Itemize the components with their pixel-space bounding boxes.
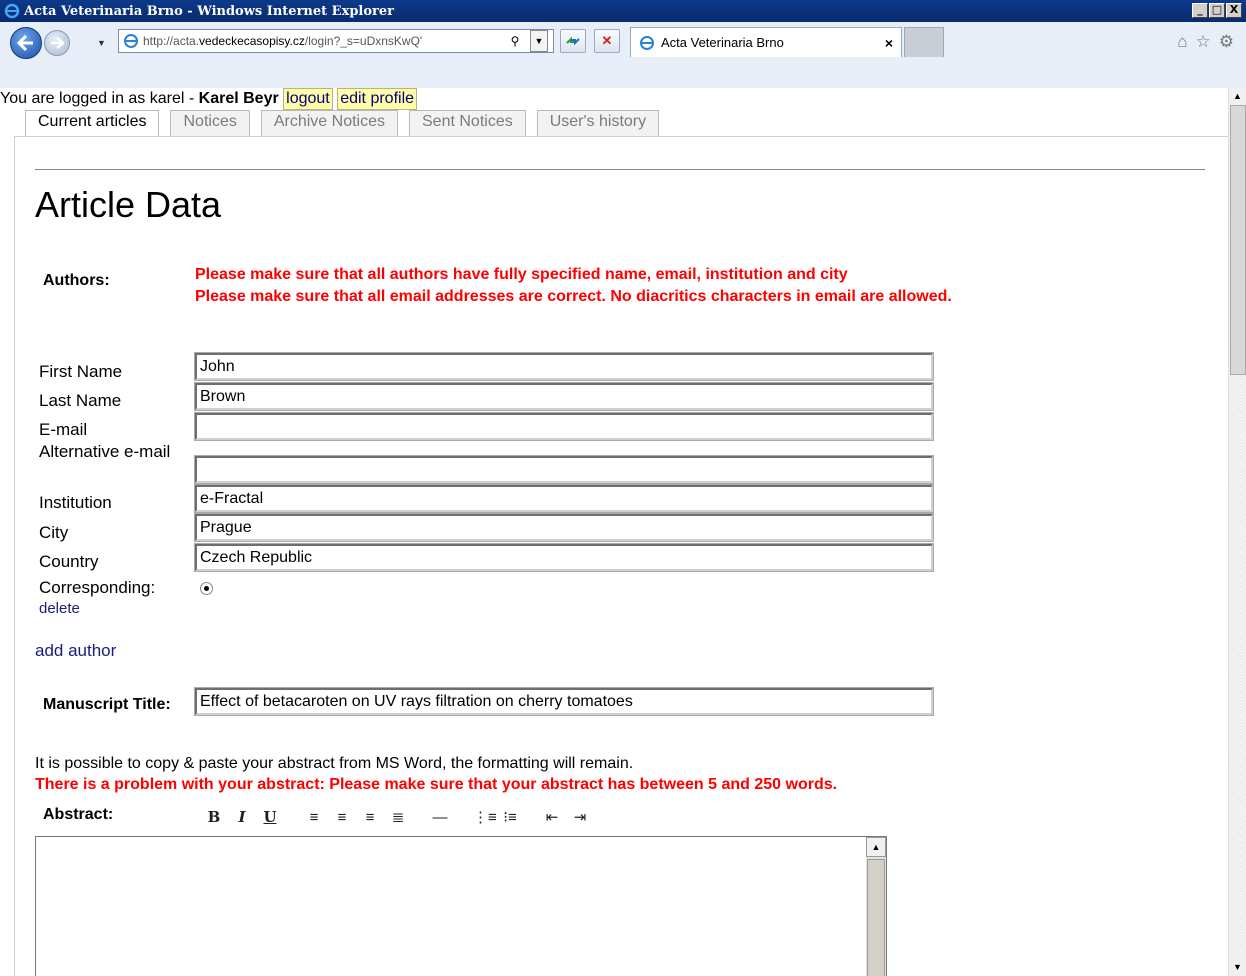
first-name-field[interactable] (194, 352, 934, 381)
manuscript-title-field[interactable] (194, 687, 934, 716)
align-center-icon[interactable]: ≡ (333, 809, 351, 826)
ie-logo-icon (3, 2, 21, 20)
edit-profile-link[interactable]: edit profile (337, 88, 418, 110)
close-window-button[interactable]: X (1226, 3, 1242, 18)
alt-email-field[interactable] (194, 455, 934, 484)
search-icon[interactable]: ⚲ (506, 30, 524, 52)
editor-toolbar: B I U ≡ ≡ ≡ ≣ — ⋮≡ ⁝≡ ⇤ ⇥ (205, 808, 589, 826)
country-field[interactable] (194, 543, 934, 572)
home-icon[interactable]: ⌂ (1177, 32, 1187, 52)
abstract-editor[interactable]: ▲ (35, 836, 887, 976)
align-left-icon[interactable]: ≡ (305, 809, 323, 826)
divider (35, 169, 1205, 170)
tab-archive-notices[interactable]: Archive Notices (260, 110, 398, 136)
window-title: Acta Veterinaria Brno - Windows Internet… (24, 3, 394, 19)
manuscript-title-label: Manuscript Title: (43, 696, 171, 713)
tab-current-articles[interactable]: Current articles (25, 110, 160, 136)
back-button[interactable] (10, 27, 42, 59)
bold-icon[interactable]: B (205, 808, 223, 826)
alt-email-label: Alternative e-mail (39, 442, 171, 461)
scroll-up-icon[interactable]: ▲ (1229, 88, 1246, 105)
scroll-up-icon[interactable]: ▲ (866, 837, 886, 857)
last-name-label: Last Name (39, 391, 122, 410)
compatibility-view-button[interactable] (560, 29, 586, 53)
login-status: You are logged in as karel - Karel Beyr … (0, 88, 418, 110)
unordered-list-icon[interactable]: ⁝≡ (501, 808, 519, 826)
logout-link[interactable]: logout (283, 88, 333, 110)
address-bar[interactable]: http://acta.vedeckecasopisy.cz/login?_s=… (118, 29, 554, 53)
editor-scrollbar[interactable]: ▲ (866, 837, 886, 976)
institution-field[interactable] (194, 484, 934, 513)
city-label: City (39, 523, 69, 542)
scroll-down-icon[interactable]: ▼ (1229, 959, 1246, 976)
window-titlebar: Acta Veterinaria Brno - Windows Internet… (0, 0, 1246, 22)
authors-label: Authors: (43, 272, 110, 289)
page-scrollbar[interactable]: ▲ ▼ (1228, 88, 1246, 976)
first-name-label: First Name (39, 362, 123, 381)
page-tabs: Current articles Notices Archive Notices… (25, 110, 670, 136)
country-label: Country (39, 552, 99, 571)
ordered-list-icon[interactable]: ⋮≡ (473, 808, 497, 826)
user-name: Karel Beyr (198, 90, 279, 107)
delete-author-link[interactable]: delete (39, 600, 80, 617)
refresh-icon (566, 36, 580, 46)
indent-icon[interactable]: ⇥ (571, 808, 589, 826)
city-field[interactable] (194, 513, 934, 542)
corresponding-radio[interactable] (200, 582, 213, 595)
email-field[interactable] (194, 412, 934, 441)
tab-notices[interactable]: Notices (170, 110, 250, 136)
forward-button[interactable] (44, 30, 70, 56)
maximize-button[interactable]: □ (1209, 3, 1225, 18)
login-prefix: You are logged in as karel - (0, 90, 199, 107)
browser-tab-active[interactable]: Acta Veterinaria Brno × (630, 27, 902, 57)
last-name-field[interactable] (194, 382, 934, 411)
add-author-link[interactable]: add author (35, 641, 116, 661)
authors-warning-1: Please make sure that all authors have f… (195, 266, 848, 283)
tab-ie-icon (640, 35, 654, 50)
abstract-label: Abstract: (43, 806, 114, 823)
tab-sent-notices[interactable]: Sent Notices (409, 110, 526, 136)
minimize-button[interactable]: _ (1192, 3, 1208, 18)
abstract-error: There is a problem with your abstract: P… (35, 776, 838, 793)
page-ie-icon (124, 34, 138, 48)
panel-border (14, 136, 15, 976)
back-arrow-icon (17, 35, 33, 51)
authors-warning-2: Please make sure that all email addresse… (195, 288, 952, 305)
close-tab-icon[interactable]: × (885, 35, 893, 51)
italic-icon[interactable]: I (233, 808, 251, 826)
history-dropdown-icon[interactable]: ▼ (97, 38, 106, 48)
institution-label: Institution (39, 493, 112, 512)
align-justify-icon[interactable]: ≣ (389, 808, 407, 826)
stop-icon: ✕ (601, 33, 613, 48)
page-title: Article Data (35, 184, 222, 225)
stop-button[interactable]: ✕ (594, 29, 620, 53)
url-text[interactable]: http://acta.vedeckecasopisy.cz/login?_s=… (143, 34, 422, 48)
scroll-thumb[interactable] (1230, 105, 1246, 375)
corresponding-label: Corresponding: (39, 578, 156, 597)
align-right-icon[interactable]: ≡ (361, 809, 379, 826)
forward-arrow-icon (51, 37, 64, 49)
email-label: E-mail (39, 420, 88, 439)
star-icon[interactable]: ☆ (1196, 32, 1211, 52)
outdent-icon[interactable]: ⇤ (543, 808, 561, 826)
underline-icon[interactable]: U (261, 808, 279, 826)
tab-users-history[interactable]: User's history (536, 110, 660, 136)
abstract-hint: It is possible to copy & paste your abst… (35, 755, 634, 772)
new-tab-button[interactable] (904, 27, 944, 57)
page-content: You are logged in as karel - Karel Beyr … (0, 88, 1228, 976)
horizontal-rule-icon[interactable]: — (431, 809, 449, 826)
tab-baseline (14, 136, 1228, 137)
tab-title: Acta Veterinaria Brno (661, 35, 784, 50)
editor-scroll-thumb[interactable] (867, 859, 885, 976)
gear-icon[interactable]: ⚙ (1219, 32, 1234, 52)
address-dropdown-icon[interactable]: ▼ (530, 30, 548, 52)
